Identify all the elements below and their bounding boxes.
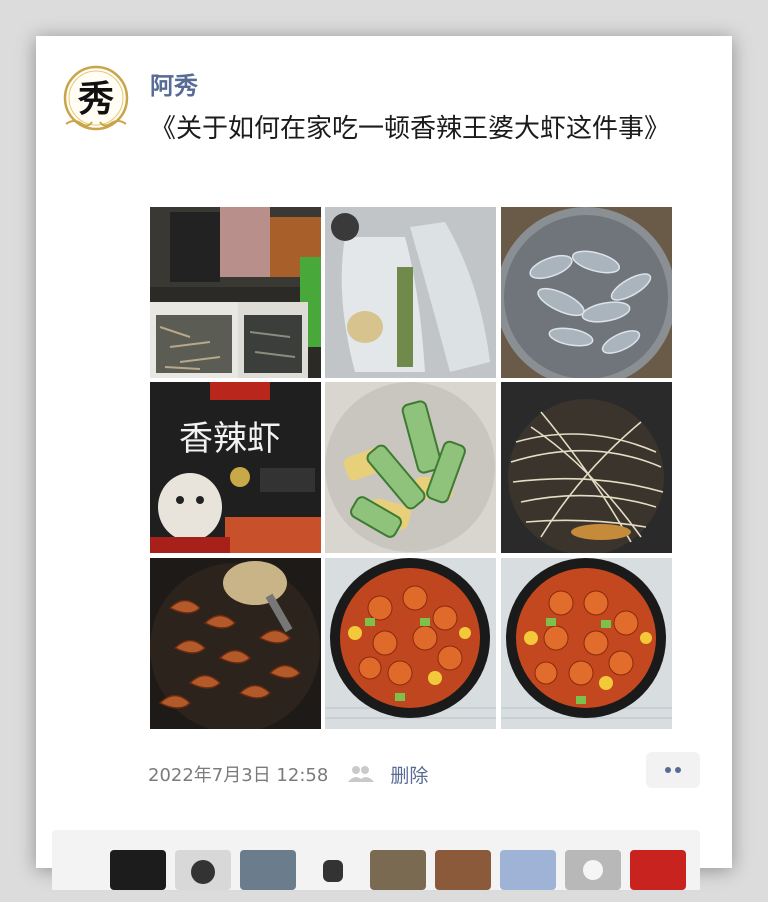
- like-avatar[interactable]: [630, 850, 686, 890]
- like-avatar[interactable]: [175, 850, 231, 890]
- photo-noodles-pan[interactable]: [501, 382, 672, 553]
- username-link[interactable]: 阿秀: [150, 66, 198, 101]
- more-dot-icon: [665, 767, 671, 773]
- friends-visibility-icon: [346, 764, 375, 784]
- like-avatar[interactable]: [240, 850, 296, 890]
- calligraphy-logo-icon: 秀: [63, 65, 129, 131]
- delete-link[interactable]: 删除: [390, 761, 428, 788]
- more-dot-icon: [675, 767, 681, 773]
- user-avatar[interactable]: 秀: [60, 64, 132, 136]
- post-timestamp: 2022年7月3日 12:58: [148, 765, 329, 786]
- photo-grid: 香辣虾: [150, 207, 672, 729]
- photo-finished-dish-2[interactable]: [501, 558, 672, 729]
- post-meta-row: 2022年7月3日 12:58 删除: [148, 761, 428, 788]
- like-avatar[interactable]: [110, 850, 166, 890]
- likes-bar: [52, 830, 700, 890]
- photo-seasoning-package[interactable]: 香辣虾: [150, 382, 321, 553]
- photo-raw-shrimp-colander[interactable]: [501, 207, 672, 378]
- post-text: 《关于如何在家吃一顿香辣王婆大虾这件事》: [150, 114, 671, 144]
- like-avatar[interactable]: [565, 850, 621, 890]
- avatar-glyph: 秀: [77, 78, 114, 120]
- like-avatar[interactable]: [500, 850, 556, 890]
- package-title: 香辣虾: [179, 419, 281, 459]
- like-avatar[interactable]: [370, 850, 426, 890]
- photo-frying-shrimp[interactable]: [150, 558, 321, 729]
- photo-market-shrimp-tanks[interactable]: [150, 207, 321, 378]
- like-avatar[interactable]: [435, 850, 491, 890]
- photo-plastic-bags[interactable]: [325, 207, 496, 378]
- photo-cucumber-corn[interactable]: [325, 382, 496, 553]
- more-options-button[interactable]: [646, 752, 700, 788]
- like-avatar[interactable]: [305, 850, 361, 890]
- photo-finished-dish-1[interactable]: [325, 558, 496, 729]
